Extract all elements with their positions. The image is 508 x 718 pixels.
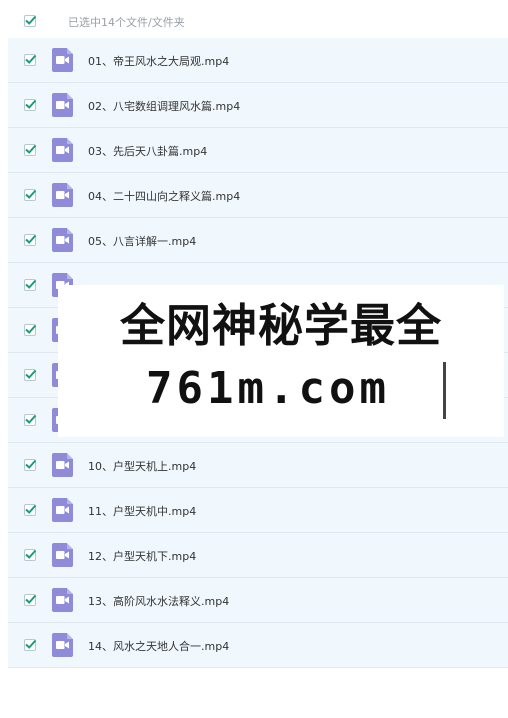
video-camera-icon [56, 146, 69, 154]
video-file-icon [52, 453, 73, 477]
checkmark-icon [25, 594, 37, 604]
watermark-title: 全网神秘学最全 [119, 299, 442, 352]
video-camera-icon [56, 56, 69, 64]
checkmark-icon [25, 639, 37, 649]
file-name[interactable]: 03、先后天八卦篇.mp4 [88, 143, 207, 159]
select-all-checkbox[interactable] [24, 15, 37, 27]
file-row[interactable]: 05、八言详解一.mp4 [8, 218, 508, 263]
checkmark-icon [25, 459, 37, 469]
checkmark-icon [25, 234, 37, 244]
file-name[interactable]: 12、户型天机下.mp4 [88, 548, 196, 564]
video-file-icon [52, 93, 73, 117]
video-camera-icon [56, 191, 69, 199]
file-checkbox[interactable] [24, 189, 37, 201]
video-file-icon [52, 183, 73, 207]
checkmark-icon [25, 369, 37, 379]
file-name[interactable]: 02、八宅数组调理风水篇.mp4 [88, 98, 240, 114]
file-checkbox[interactable] [24, 639, 37, 651]
file-name[interactable]: 10、户型天机上.mp4 [88, 458, 196, 474]
video-file-icon [52, 543, 73, 567]
file-row[interactable]: 13、高阶风水水法释义.mp4 [8, 578, 508, 623]
file-checkbox[interactable] [24, 459, 37, 471]
watermark-url: 761m.com [146, 363, 390, 414]
file-row[interactable]: 02、八宅数组调理风水篇.mp4 [8, 83, 508, 128]
video-camera-icon [56, 506, 69, 514]
list-bottom-space [8, 668, 508, 718]
file-row[interactable]: 01、帝王风水之大局观.mp4 [8, 38, 508, 83]
checkmark-icon [25, 414, 37, 424]
video-camera-icon [56, 551, 69, 559]
file-name[interactable]: 05、八言详解一.mp4 [88, 233, 196, 249]
video-camera-icon [56, 461, 69, 469]
file-row[interactable]: 03、先后天八卦篇.mp4 [8, 128, 508, 173]
video-file-icon [52, 228, 73, 252]
video-camera-icon [56, 236, 69, 244]
file-row[interactable]: 14、风水之天地人合一.mp4 [8, 623, 508, 668]
checkmark-icon [25, 15, 37, 25]
file-checkbox[interactable] [24, 549, 37, 561]
video-file-icon [52, 48, 73, 72]
file-checkbox[interactable] [24, 54, 37, 66]
file-row[interactable]: 12、户型天机下.mp4 [8, 533, 508, 578]
checkmark-icon [25, 279, 37, 289]
video-camera-icon [56, 641, 69, 649]
file-checkbox[interactable] [24, 279, 37, 291]
file-checkbox[interactable] [24, 99, 37, 111]
file-checkbox[interactable] [24, 144, 37, 156]
file-name[interactable]: 04、二十四山向之释义篇.mp4 [88, 188, 240, 204]
video-file-icon [52, 498, 73, 522]
file-name[interactable]: 13、高阶风水水法释义.mp4 [88, 593, 229, 609]
checkmark-icon [25, 99, 37, 109]
watermark-cursor-bar [443, 362, 446, 419]
checkmark-icon [25, 549, 37, 559]
file-name[interactable]: 11、户型天机中.mp4 [88, 503, 196, 519]
checkmark-icon [25, 54, 37, 64]
file-checkbox[interactable] [24, 324, 37, 336]
file-checkbox[interactable] [24, 234, 37, 246]
checkmark-icon [25, 324, 37, 334]
video-camera-icon [56, 596, 69, 604]
checkmark-icon [25, 189, 37, 199]
file-row[interactable]: 11、户型天机中.mp4 [8, 488, 508, 533]
video-file-icon [52, 588, 73, 612]
video-file-icon [52, 633, 73, 657]
checkmark-icon [25, 504, 37, 514]
file-checkbox[interactable] [24, 594, 37, 606]
video-file-icon [52, 138, 73, 162]
checkmark-icon [25, 144, 37, 154]
file-checkbox[interactable] [24, 369, 37, 381]
file-name[interactable]: 14、风水之天地人合一.mp4 [88, 638, 229, 654]
file-checkbox[interactable] [24, 414, 37, 426]
watermark-overlay: 全网神秘学最全 761m.com [58, 285, 504, 437]
file-name[interactable]: 01、帝王风水之大局观.mp4 [88, 53, 229, 69]
file-row[interactable]: 04、二十四山向之释义篇.mp4 [8, 173, 508, 218]
video-camera-icon [56, 101, 69, 109]
file-checkbox[interactable] [24, 504, 37, 516]
file-row[interactable]: 10、户型天机上.mp4 [8, 443, 508, 488]
selection-header: 已选中14个文件/文件夹 [0, 0, 508, 42]
selection-count-text: 已选中14个文件/文件夹 [68, 16, 185, 29]
